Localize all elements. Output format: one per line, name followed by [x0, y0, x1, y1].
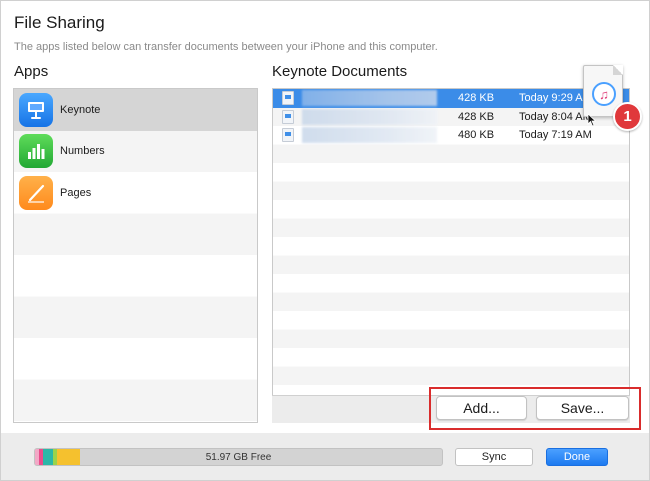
- done-button[interactable]: Done: [546, 448, 608, 466]
- app-item-pages[interactable]: Pages: [14, 172, 257, 214]
- keynote-document-icon: [282, 109, 294, 124]
- save-button[interactable]: Save...: [536, 396, 629, 420]
- page-subtitle: The apps listed below can transfer docum…: [14, 41, 438, 53]
- apps-list: Keynote Numbers Pages: [13, 88, 258, 423]
- itunes-music-icon: ♫: [592, 82, 616, 106]
- document-name-redacted: [302, 108, 437, 125]
- app-item-numbers[interactable]: Numbers: [14, 130, 257, 172]
- document-row[interactable]: 428 KB Today 8:04 AM: [273, 108, 629, 127]
- document-row[interactable]: 428 KB Today 9:29 AM: [273, 89, 629, 108]
- storage-usage-bar: 51.97 GB Free: [34, 448, 443, 466]
- cursor-arrow-icon: [587, 113, 597, 127]
- apps-heading: Apps: [14, 63, 49, 80]
- app-label: Pages: [60, 186, 92, 199]
- documents-heading: Keynote Documents: [272, 63, 408, 80]
- document-date: Today 7:19 AM: [519, 129, 592, 142]
- keynote-icon: [19, 92, 53, 127]
- keynote-document-icon: [282, 128, 294, 143]
- app-label: Numbers: [60, 145, 105, 158]
- document-date: Today 9:29 AM: [519, 92, 592, 105]
- drag-count-badge: 1: [613, 102, 642, 131]
- document-name-redacted: [302, 90, 437, 107]
- storage-free-label: 51.97 GB Free: [205, 451, 272, 463]
- document-size: 480 KB: [458, 129, 495, 142]
- page-title: File Sharing: [14, 13, 105, 32]
- document-row[interactable]: 480 KB Today 7:19 AM: [273, 126, 629, 145]
- file-sharing-panel: File Sharing The apps listed below can t…: [1, 1, 649, 433]
- file-sharing-window: File Sharing The apps listed below can t…: [0, 0, 650, 481]
- document-name-redacted: [302, 127, 437, 144]
- documents-list: 428 KB Today 9:29 AM 428 KB Today 8:04 A…: [272, 88, 630, 423]
- app-label: Keynote: [60, 103, 101, 116]
- document-date: Today 8:04 AM: [519, 110, 592, 123]
- keynote-document-icon: [282, 91, 294, 106]
- sync-button[interactable]: Sync: [455, 448, 533, 466]
- app-item-keynote[interactable]: Keynote: [14, 89, 257, 131]
- numbers-icon: [19, 134, 53, 169]
- pages-icon: [19, 175, 53, 210]
- document-size: 428 KB: [458, 92, 495, 105]
- document-size: 428 KB: [458, 110, 495, 123]
- add-button[interactable]: Add...: [436, 396, 527, 420]
